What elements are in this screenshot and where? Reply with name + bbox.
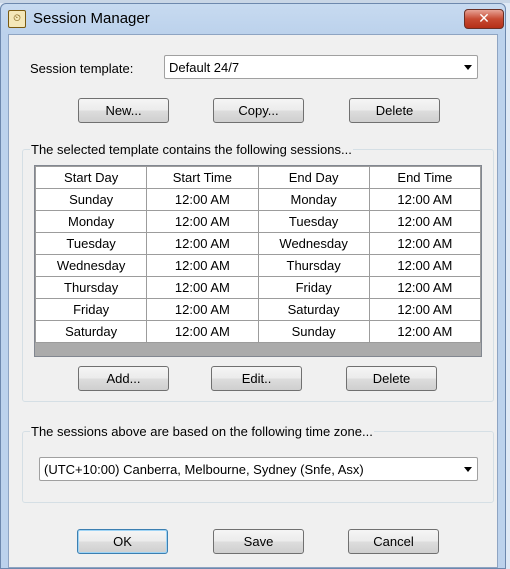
close-button[interactable]: ✕ <box>464 9 504 29</box>
table-row[interactable]: Monday 12:00 AM Tuesday 12:00 AM <box>34 210 482 233</box>
close-icon: ✕ <box>478 11 490 27</box>
chevron-down-icon <box>464 467 472 472</box>
cell-end-time: 12:00 AM <box>368 210 482 233</box>
cell-start-time: 12:00 AM <box>146 320 259 343</box>
column-header-start-time[interactable]: Start Time <box>146 166 259 189</box>
cell-end-day: Wednesday <box>257 232 370 255</box>
session-template-label: Session template: <box>30 61 134 76</box>
cell-start-time: 12:00 AM <box>146 254 259 277</box>
cell-start-time: 12:00 AM <box>146 210 259 233</box>
cell-end-time: 12:00 AM <box>368 276 482 299</box>
new-template-button[interactable]: New... <box>78 98 169 123</box>
cell-end-day: Thursday <box>257 254 370 277</box>
dialog-client-area: Session template: Default 24/7 New... Co… <box>8 34 498 568</box>
cell-start-day: Saturday <box>34 320 148 343</box>
window-title: Session Manager <box>33 10 150 27</box>
timezone-value: (UTC+10:00) Canberra, Melbourne, Sydney … <box>44 462 364 477</box>
timezone-dropdown[interactable]: (UTC+10:00) Canberra, Melbourne, Sydney … <box>39 457 478 481</box>
cell-start-day: Wednesday <box>34 254 148 277</box>
cell-start-day: Monday <box>34 210 148 233</box>
session-template-value: Default 24/7 <box>169 60 240 75</box>
session-template-dropdown[interactable]: Default 24/7 <box>164 55 478 79</box>
table-row[interactable]: Tuesday 12:00 AM Wednesday 12:00 AM <box>34 232 482 255</box>
table-row[interactable]: Friday 12:00 AM Saturday 12:00 AM <box>34 298 482 321</box>
cell-end-day: Friday <box>257 276 370 299</box>
sessions-group-title: The selected template contains the follo… <box>30 142 353 157</box>
cell-end-day: Tuesday <box>257 210 370 233</box>
column-header-end-time[interactable]: End Time <box>368 166 482 189</box>
cell-start-time: 12:00 AM <box>146 298 259 321</box>
cell-start-day: Tuesday <box>34 232 148 255</box>
sessions-grid[interactable]: Start Day Start Time End Day End Time Su… <box>34 165 482 357</box>
table-row[interactable]: Saturday 12:00 AM Sunday 12:00 AM <box>34 320 482 343</box>
cell-start-time: 12:00 AM <box>146 232 259 255</box>
save-button[interactable]: Save <box>213 529 304 554</box>
copy-template-button[interactable]: Copy... <box>213 98 304 123</box>
delete-template-button[interactable]: Delete <box>349 98 440 123</box>
cell-end-time: 12:00 AM <box>368 188 482 211</box>
add-session-button[interactable]: Add... <box>78 366 169 391</box>
title-bar[interactable]: ⏲ Session Manager ✕ <box>1 4 505 34</box>
edit-session-button[interactable]: Edit.. <box>211 366 302 391</box>
cell-end-day: Saturday <box>257 298 370 321</box>
cell-start-day: Thursday <box>34 276 148 299</box>
cell-start-time: 12:00 AM <box>146 276 259 299</box>
cell-end-day: Sunday <box>257 320 370 343</box>
column-header-start-day[interactable]: Start Day <box>34 166 148 189</box>
table-row[interactable]: Thursday 12:00 AM Friday 12:00 AM <box>34 276 482 299</box>
table-row[interactable]: Wednesday 12:00 AM Thursday 12:00 AM <box>34 254 482 277</box>
cancel-button[interactable]: Cancel <box>348 529 439 554</box>
delete-session-button[interactable]: Delete <box>346 366 437 391</box>
cell-start-time: 12:00 AM <box>146 188 259 211</box>
clock-app-icon: ⏲ <box>8 10 26 28</box>
timezone-group-title: The sessions above are based on the foll… <box>30 424 374 439</box>
cell-end-time: 12:00 AM <box>368 254 482 277</box>
cell-start-day: Friday <box>34 298 148 321</box>
cell-start-day: Sunday <box>34 188 148 211</box>
sessions-table: Start Day Start Time End Day End Time Su… <box>34 166 482 343</box>
chevron-down-icon <box>464 65 472 70</box>
cell-end-time: 12:00 AM <box>368 298 482 321</box>
cell-end-day: Monday <box>257 188 370 211</box>
cell-end-time: 12:00 AM <box>368 232 482 255</box>
cell-end-time: 12:00 AM <box>368 320 482 343</box>
session-manager-dialog: ⏲ Session Manager ✕ Session template: De… <box>0 3 506 569</box>
ok-button[interactable]: OK <box>77 529 168 554</box>
column-header-end-day[interactable]: End Day <box>257 166 370 189</box>
table-header-row: Start Day Start Time End Day End Time <box>34 166 482 189</box>
table-row[interactable]: Sunday 12:00 AM Monday 12:00 AM <box>34 188 482 211</box>
